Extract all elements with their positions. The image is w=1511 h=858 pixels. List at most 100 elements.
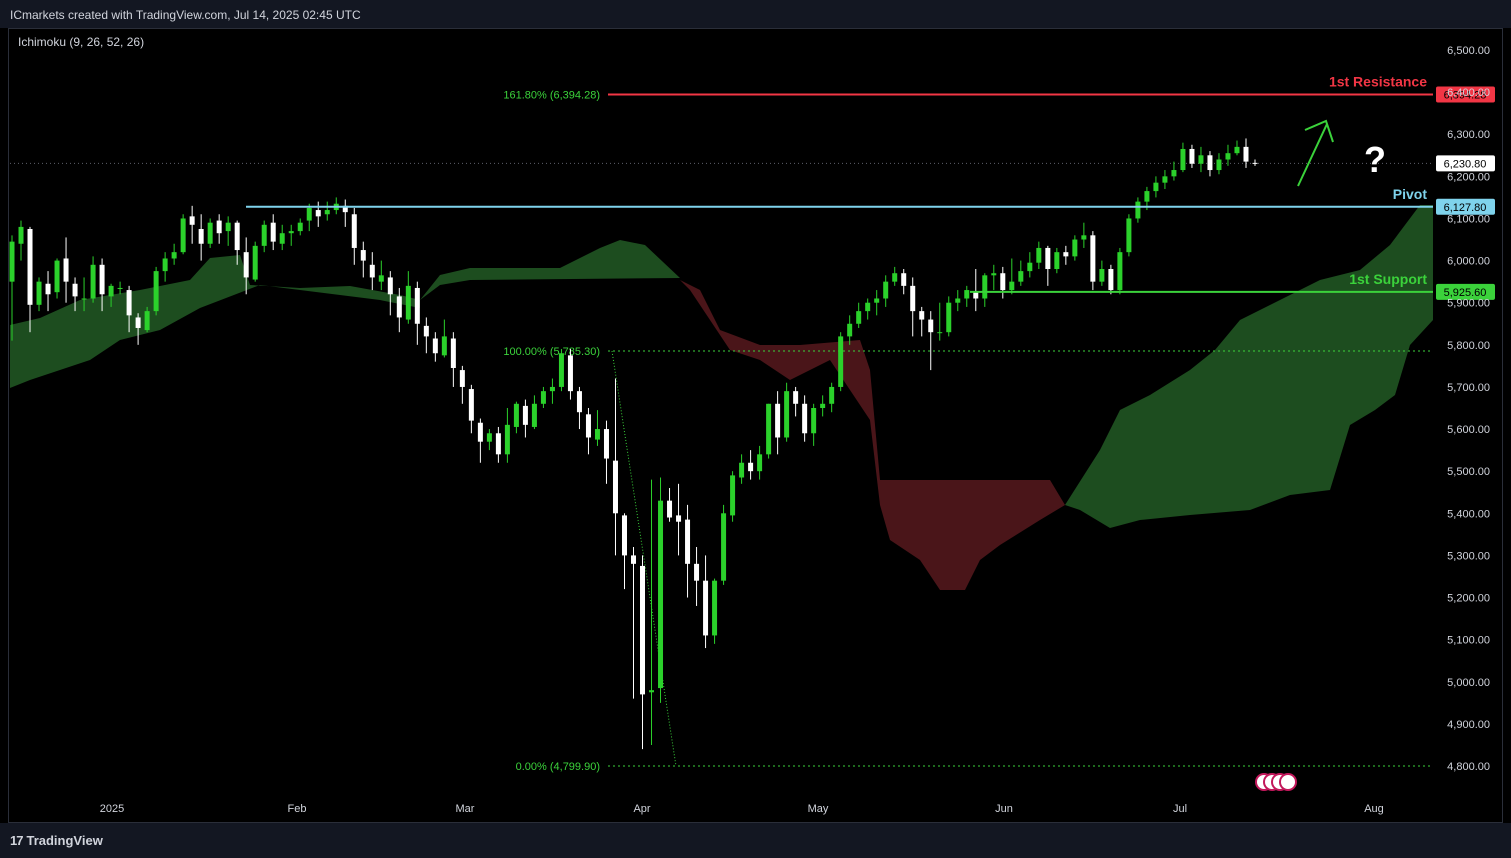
candle-body (162, 258, 168, 272)
candle-body (1009, 281, 1015, 291)
fib-trend-line (611, 350, 677, 767)
candle-body (784, 391, 790, 438)
candle-body (198, 229, 204, 244)
x-tick-label: Aug (1364, 803, 1384, 815)
candle-body (982, 275, 988, 299)
candle-body (180, 218, 186, 253)
candle-body (739, 462, 745, 478)
candle-body (901, 273, 907, 286)
candle-body (1252, 162, 1258, 164)
candle-body (513, 403, 519, 427)
candle-body (207, 222, 213, 244)
candle-body (27, 229, 33, 305)
candle-body (892, 273, 898, 282)
candle-body (216, 220, 222, 234)
candle-body (1153, 182, 1159, 192)
candle-body (955, 298, 961, 303)
candlestick-chart[interactable]: 161.80% (6,394.28) 100.00% (5,785.30) 0.00… (0, 0, 1511, 858)
candle-body (991, 273, 997, 276)
candle-body (1198, 155, 1204, 164)
candle-body (1063, 252, 1069, 257)
candle-body (1225, 153, 1231, 160)
candle-body (1090, 235, 1096, 282)
y-tick-label: 4,800.00 (1447, 761, 1490, 773)
candle-body (441, 336, 447, 356)
candle-body (721, 513, 727, 581)
cloud-bullish-mar (420, 240, 680, 300)
candle-body (531, 403, 537, 427)
y-tick-label: 5,700.00 (1447, 382, 1490, 394)
y-tick-label: 5,400.00 (1447, 508, 1490, 520)
candle-body (1144, 191, 1150, 202)
candle-body (297, 222, 303, 232)
candle-body (775, 403, 781, 438)
question-mark: ? (1364, 139, 1386, 180)
tradingview-logo-icon: 17 (10, 833, 24, 848)
current-price-text: 6,230.80 (1444, 158, 1487, 170)
candle-body (153, 271, 159, 312)
candle-body (793, 391, 799, 404)
time-axis: 2025 Feb Mar Apr May Jun Jul Aug (100, 803, 1384, 815)
candle-body (450, 338, 456, 368)
candle-body (703, 580, 709, 636)
candle-body (558, 353, 564, 387)
candle-body (1027, 262, 1033, 272)
candle-body (270, 222, 276, 242)
brand-label: TradingView (26, 833, 103, 848)
candle-body (9, 241, 15, 282)
candle-body (576, 391, 582, 413)
candle-body (1207, 155, 1213, 171)
candle-body (712, 580, 718, 636)
indicator-label: Ichimoku (9, 26, 52, 26) (18, 35, 144, 49)
candle-body (171, 252, 177, 259)
pivot-label: Pivot (1393, 186, 1428, 202)
candle-body (135, 317, 141, 328)
y-tick-label: 5,800.00 (1447, 340, 1490, 352)
candle-body (108, 285, 114, 297)
y-tick-label: 6,400.00 (1447, 87, 1490, 99)
candle-body (369, 264, 375, 278)
candle-body (117, 287, 123, 289)
candle-body (1099, 269, 1105, 282)
candle-body (549, 386, 555, 392)
y-tick-label: 5,200.00 (1447, 593, 1490, 605)
support-label: 1st Support (1349, 271, 1427, 287)
candle-body (567, 355, 573, 392)
tradingview-brand[interactable]: 17 TradingView (10, 833, 103, 848)
y-tick-label: 6,000.00 (1447, 256, 1490, 268)
candle-body (486, 433, 492, 442)
candle-body (919, 311, 925, 320)
candle-body (459, 370, 465, 387)
candle-body (612, 460, 618, 514)
candle-body (261, 224, 267, 246)
fib-level-label: 161.80% (6,394.28) (503, 90, 600, 102)
candle-body (45, 283, 51, 295)
candle-body (829, 386, 835, 404)
candle-body (585, 414, 591, 438)
candle-body (856, 311, 862, 324)
candle-body (964, 290, 970, 299)
economic-event-icon[interactable] (1279, 773, 1297, 791)
candle-body (640, 565, 646, 695)
price-levels: 1st Resistance6,394.28Pivot6,127.801st S… (246, 74, 1495, 300)
candle-body (414, 287, 420, 324)
x-tick-label: May (808, 803, 829, 815)
candle-body (423, 325, 429, 337)
candle-body (306, 207, 312, 221)
candle-body (252, 245, 258, 280)
candle-body (766, 403, 772, 455)
y-tick-label: 5,000.00 (1447, 677, 1490, 689)
candle-body (225, 222, 231, 232)
candle-body (1036, 247, 1042, 263)
candle-body (504, 424, 510, 455)
y-tick-label: 5,500.00 (1447, 466, 1490, 478)
candle-body (811, 408, 817, 434)
candle-body (1243, 146, 1249, 162)
candle-body (658, 500, 664, 689)
x-tick-label: Feb (288, 803, 307, 815)
candle-body (1000, 273, 1006, 291)
candle-body (36, 281, 42, 305)
y-tick-label: 5,900.00 (1447, 298, 1490, 310)
y-tick-label: 4,900.00 (1447, 719, 1490, 731)
candle-body (685, 519, 691, 564)
